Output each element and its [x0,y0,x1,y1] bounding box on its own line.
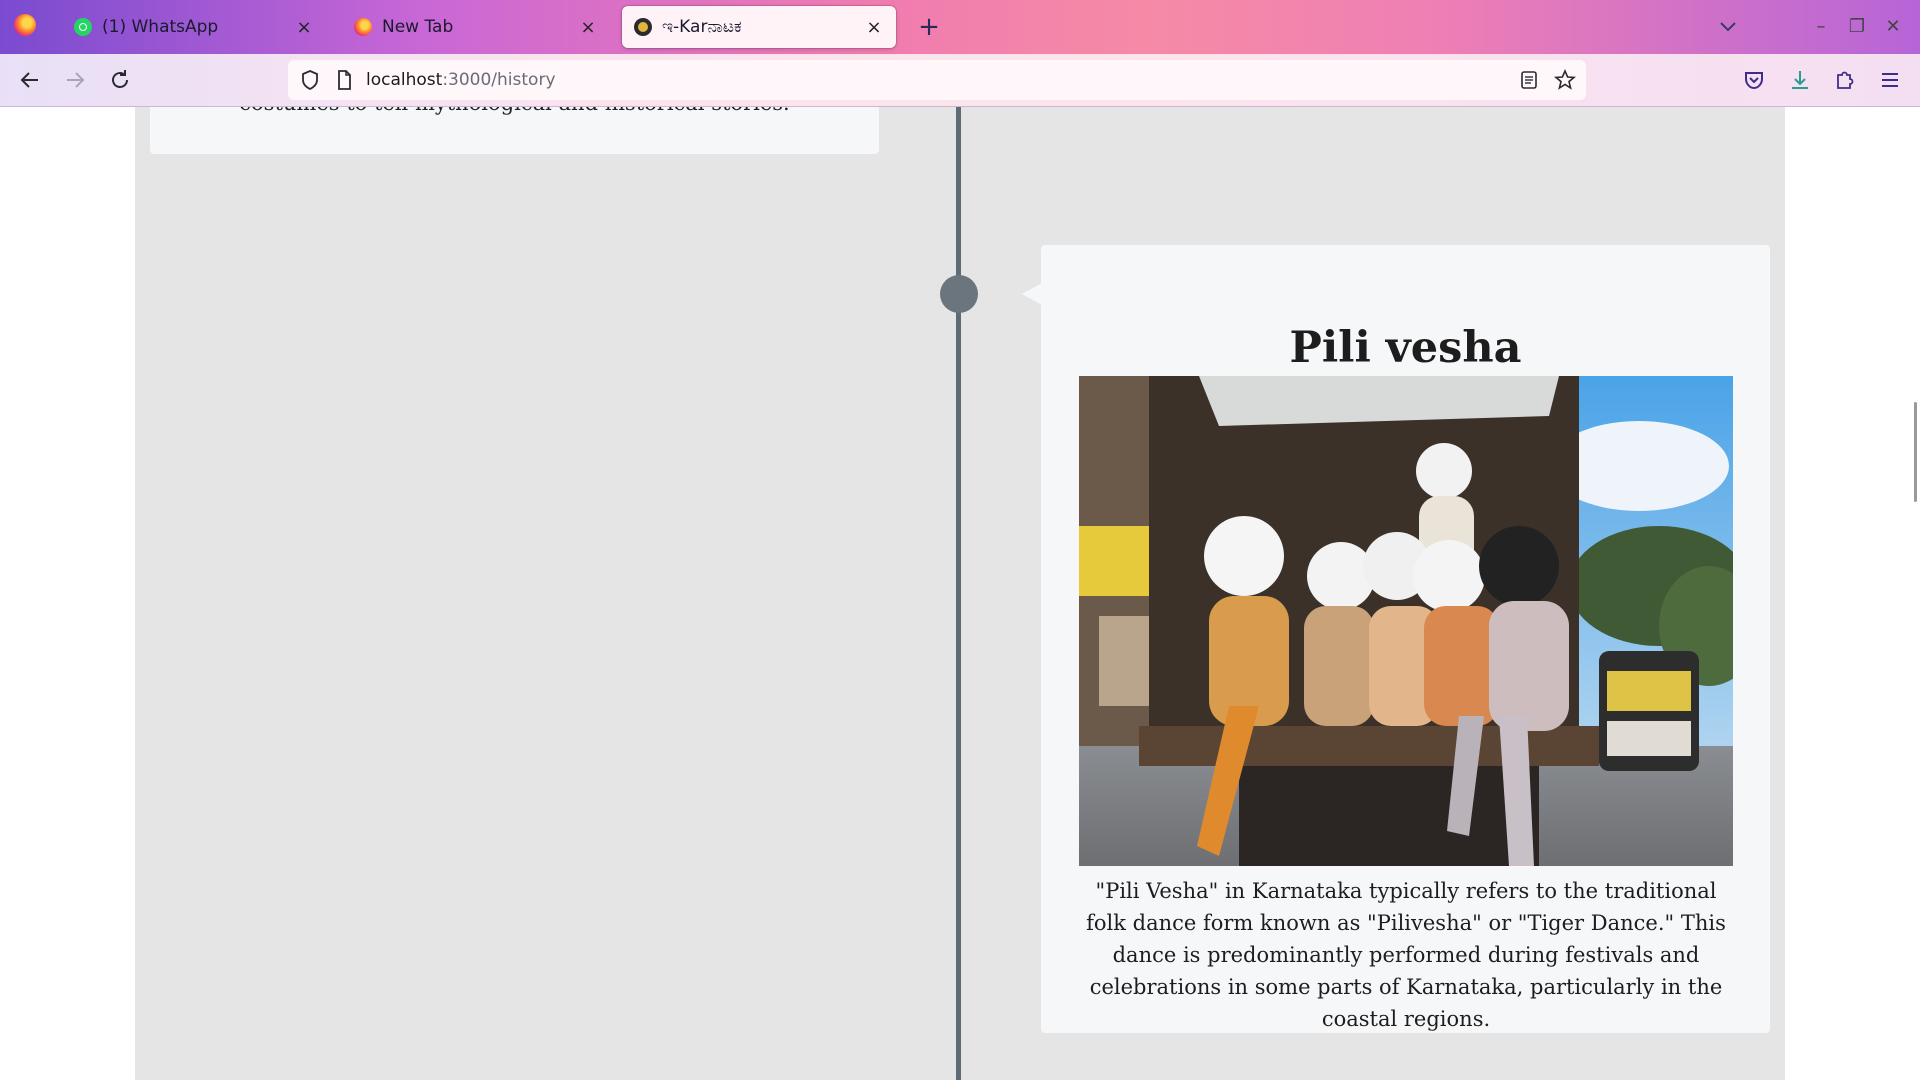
tab-whatsapp[interactable]: (1) WhatsApp × [62,6,326,48]
tab-new-tab[interactable]: New Tab × [342,6,610,48]
forward-arrow-icon[interactable] [61,66,89,94]
card-description: "Pili Vesha" in Karnataka typically refe… [1086,879,1726,1031]
back-arrow-icon[interactable] [16,66,44,94]
pili-vesha-photo [1079,376,1733,866]
close-icon[interactable]: × [864,17,884,38]
url-text[interactable]: localhost:3000/history [366,70,556,90]
url-host: localhost [366,70,443,90]
tab-e-karnataka[interactable]: ಇ-Karನಾಟಕ × [622,6,896,48]
page-icon[interactable] [332,68,356,92]
timeline: costumes to tell mythological and histor… [135,107,1785,1080]
minimize-button[interactable]: – [1808,14,1834,40]
address-bar[interactable]: localhost:3000/history [288,60,1586,100]
pocket-icon[interactable] [1740,66,1768,94]
tab-bar: (1) WhatsApp × New Tab × ಇ-Karನಾಟಕ × + –… [0,0,1920,54]
card-pointer [1022,283,1042,305]
site-icon [634,18,652,36]
bookmark-star-icon[interactable] [1553,68,1577,92]
extensions-puzzle-icon[interactable] [1831,66,1859,94]
close-icon[interactable]: × [294,17,314,38]
download-icon[interactable] [1786,66,1814,94]
timeline-line [956,107,961,1080]
close-window-button[interactable]: ✕ [1880,14,1906,40]
firefox-icon [354,18,372,36]
tab-label: ಇ-Karನಾಟಕ [662,17,742,37]
card-title: Pili vesha [1289,323,1522,373]
page-scrollbar[interactable] [1914,402,1917,502]
url-path: :3000/history [442,70,556,90]
reader-view-icon[interactable] [1518,69,1540,91]
whatsapp-icon [74,18,92,36]
close-icon[interactable]: × [578,17,598,38]
tab-list-chevron-down-icon[interactable] [1716,12,1740,42]
tab-label: (1) WhatsApp [102,17,219,37]
page-content: costumes to tell mythological and histor… [0,107,1920,1080]
navigation-bar: localhost:3000/history [0,54,1920,107]
previous-card-text: costumes to tell mythological and histor… [150,107,879,119]
timeline-card-pili-vesha: Pili vesha "Pili Vesha" in Karnataka typ… [1041,245,1770,1033]
timeline-marker [940,275,978,313]
reload-icon[interactable] [106,66,134,94]
restore-button[interactable]: ❐ [1844,14,1870,40]
new-tab-button[interactable]: + [914,12,944,42]
previous-timeline-card: costumes to tell mythological and histor… [150,107,879,154]
firefox-menu-icon[interactable] [14,14,36,36]
tab-label: New Tab [382,17,454,37]
shield-icon[interactable] [298,68,322,92]
hamburger-menu-icon[interactable] [1876,66,1904,94]
